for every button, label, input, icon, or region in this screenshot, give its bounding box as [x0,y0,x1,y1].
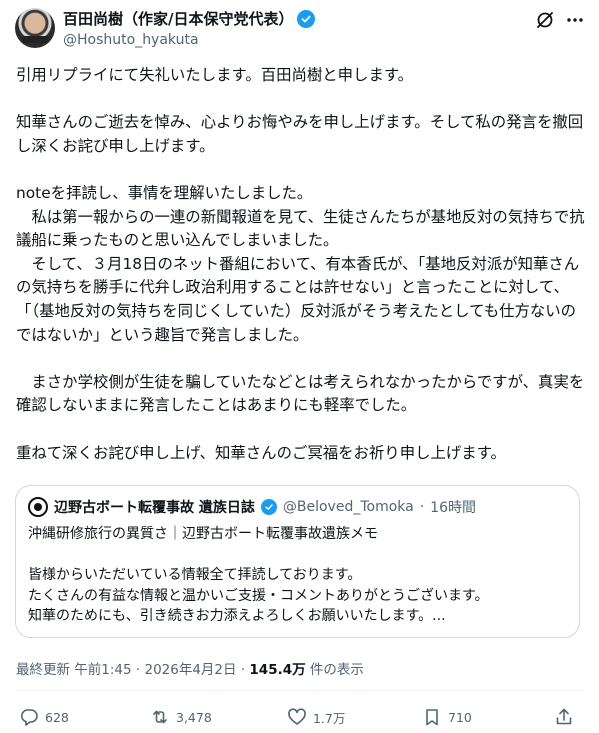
reply-count: 628 [45,709,69,725]
verified-badge-icon[interactable] [297,10,316,28]
views-count: 145.4万 [249,662,306,678]
quoted-separator: · [419,499,425,515]
like-icon [288,708,306,725]
grok-icon[interactable] [535,10,555,30]
post-header: 百田尚樹（作家/日本保守党代表） @Hoshuto_hyakuta [0,0,599,56]
more-icon[interactable] [565,10,585,30]
post-text: 引用リプライにて失礼いたします。百田尚樹と申します。 知華さんのご逝去を悼み、心… [16,66,585,462]
author-name[interactable]: 百田尚樹（作家/日本保守党代表） [63,9,293,29]
author-avatar[interactable] [15,8,55,48]
quoted-verified-badge-icon [260,499,277,515]
share-icon [556,708,572,725]
quoted-post-header: 辺野古ボート転覆事故 遺族日誌 @Beloved_Tomoka · 16時間 [28,497,476,517]
quoted-author-handle: @Beloved_Tomoka [282,499,414,515]
like-count: 1.7万 [313,710,346,726]
divider [15,690,584,691]
post-meta: 最終更新 午前1:45 · 2026年4月2日 · 145.4万 件の表示 [16,658,364,678]
reply-button[interactable]: 628 [19,707,69,727]
repost-icon [153,710,167,724]
author-name-row: 百田尚樹（作家/日本保守党代表） [63,9,316,29]
action-bar: 628 3,478 1.7万 710 [0,707,599,729]
repost-button[interactable]: 3,478 [150,707,212,727]
bookmark-count: 710 [448,709,472,725]
like-button[interactable]: 1.7万 [287,707,345,727]
bookmark-icon [426,709,438,726]
bookmark-button[interactable]: 710 [422,707,472,727]
reply-icon [20,709,38,726]
quoted-post[interactable]: 辺野古ボート転覆事故 遺族日誌 @Beloved_Tomoka · 16時間 沖… [15,485,580,638]
author-handle[interactable]: @Hoshuto_hyakuta [63,31,199,49]
quoted-post-text: 沖縄研修旅行の異質さ｜辺野古ボート転覆事故遺族メモ 皆様からいただいている情報全… [28,526,489,624]
repost-count: 3,478 [176,709,212,725]
post-timestamp[interactable]: 最終更新 午前1:45 · 2026年4月2日 · [16,662,245,678]
quoted-author-avatar [28,497,48,517]
quoted-author-name: 辺野古ボート転覆事故 遺族日誌 [54,500,255,516]
share-button[interactable] [554,707,574,727]
quoted-timestamp: 16時間 [430,500,476,516]
views-label: 件の表示 [309,662,364,678]
